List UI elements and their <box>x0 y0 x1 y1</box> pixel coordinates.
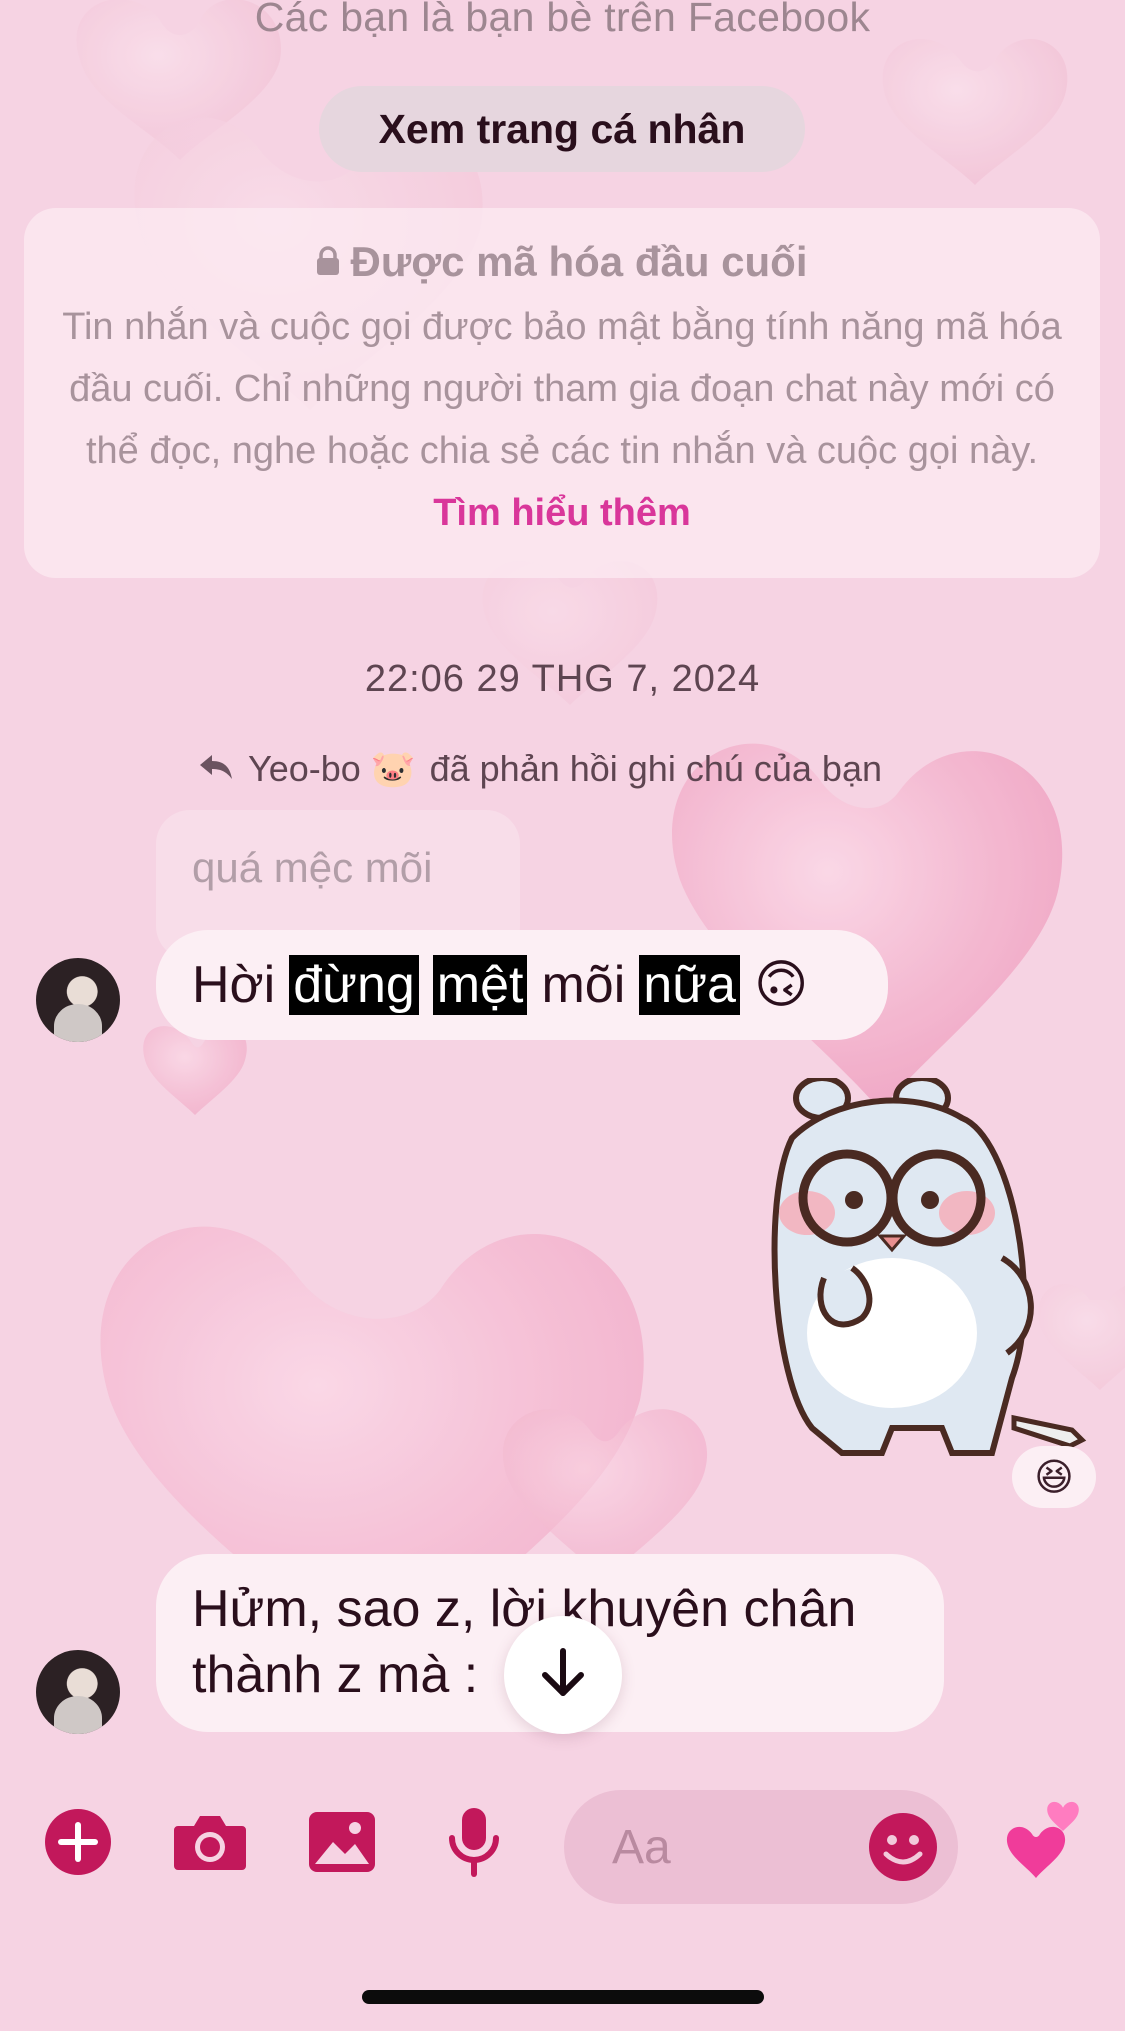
reaction-emoji: 😆 <box>1034 1456 1074 1499</box>
message-reaction[interactable]: 😆 <box>1012 1446 1096 1508</box>
encryption-notice-card: Được mã hóa đầu cuối Tin nhắn và cuộc gọ… <box>24 208 1100 578</box>
avatar[interactable] <box>36 958 120 1042</box>
plus-icon[interactable] <box>38 1802 118 1882</box>
message-word: nữa <box>639 955 740 1015</box>
camera-icon[interactable] <box>170 1802 250 1882</box>
home-indicator[interactable] <box>362 1990 764 2004</box>
encryption-description: Tin nhắn và cuộc gọi được bảo mật bằng t… <box>57 296 1067 544</box>
learn-more-link[interactable]: Tìm hiểu thêm <box>433 492 691 534</box>
encryption-body-text: Tin nhắn và cuộc gọi được bảo mật bằng t… <box>62 306 1062 472</box>
message-timestamp: 22:06 29 THG 7, 2024 <box>364 658 761 700</box>
image-icon[interactable] <box>302 1802 382 1882</box>
encryption-title-row: Được mã hóa đầu cuối <box>24 238 1100 286</box>
arrow-down-icon <box>539 1647 587 1704</box>
lock-icon <box>316 238 340 286</box>
message-word: mõi <box>541 956 626 1014</box>
message-bubble[interactable]: Hời đừng mệt mõi nữa 🙃 <box>156 930 888 1040</box>
reply-notice-text: đã phản hồi ghi chú của bạn <box>429 748 882 789</box>
hearts-icon[interactable] <box>1002 1800 1092 1890</box>
message-word: Hời <box>192 956 276 1014</box>
message-word: đừng <box>289 955 419 1015</box>
encryption-title: Được mã hóa đầu cuối <box>350 238 808 285</box>
view-profile-button[interactable]: Xem trang cá nhân <box>319 86 805 172</box>
reply-sender-name[interactable]: Yeo-bo 🐷 <box>248 748 416 790</box>
message-word: mệt <box>432 955 528 1015</box>
message-input[interactable] <box>612 1819 862 1875</box>
message-emoji: 🙃 <box>753 956 809 1014</box>
message-composer <box>0 1790 1125 1910</box>
smiley-icon[interactable] <box>866 1810 940 1884</box>
bear-sticker[interactable] <box>752 1075 1092 1458</box>
scroll-to-bottom-button[interactable] <box>504 1616 622 1734</box>
friends-notice: Các bạn là bạn bè trên Facebook <box>254 0 871 40</box>
reply-icon <box>198 748 234 790</box>
reply-notice: Yeo-bo 🐷 đã phản hồi ghi chú của bạn <box>198 748 882 790</box>
mic-icon[interactable] <box>434 1802 514 1882</box>
message-input-wrapper <box>564 1790 958 1904</box>
avatar[interactable] <box>36 1650 120 1734</box>
